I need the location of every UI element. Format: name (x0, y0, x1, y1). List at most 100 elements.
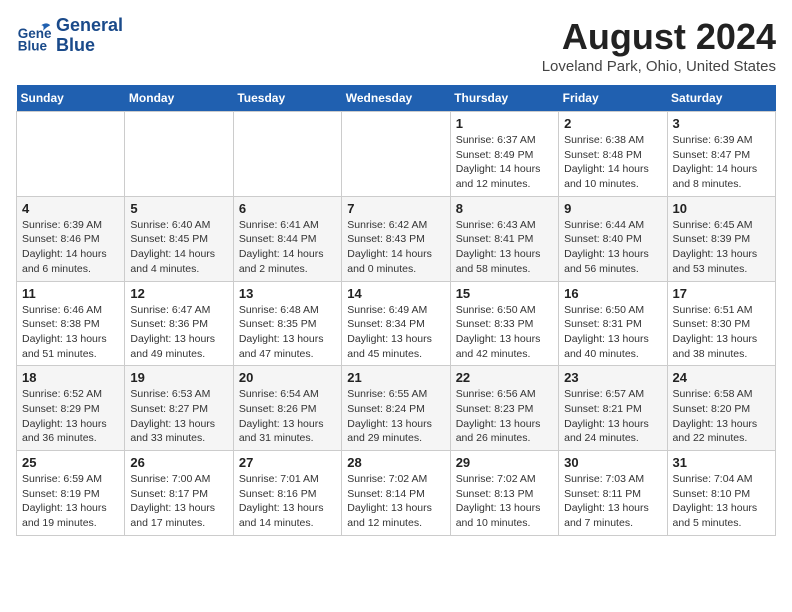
table-row: 29 Sunrise: 7:02 AM Sunset: 8:13 PM Dayli… (450, 451, 558, 536)
day-detail: Sunrise: 6:45 AM Sunset: 8:39 PM Dayligh… (673, 218, 770, 277)
header-monday: Monday (125, 85, 233, 112)
day-detail: Sunrise: 6:40 AM Sunset: 8:45 PM Dayligh… (130, 218, 227, 277)
table-row: 4Sunrise: 6:39 AM Sunset: 8:46 PM Daylig… (17, 196, 125, 281)
day-detail: Sunrise: 6:42 AM Sunset: 8:43 PM Dayligh… (347, 218, 444, 277)
day-number: 29 (456, 455, 553, 470)
day-detail: Sunrise: 6:47 AM Sunset: 8:36 PM Dayligh… (130, 303, 227, 362)
header-sunday: Sunday (17, 85, 125, 112)
day-number: 18 (22, 370, 119, 385)
day-detail: Sunrise: 6:50 AM Sunset: 8:31 PM Dayligh… (564, 303, 661, 362)
day-detail: Sunrise: 7:03 AM Sunset: 8:11 PM Dayligh… (564, 472, 661, 531)
calendar-week-row: 4Sunrise: 6:39 AM Sunset: 8:46 PM Daylig… (17, 196, 776, 281)
day-detail: Sunrise: 6:53 AM Sunset: 8:27 PM Dayligh… (130, 387, 227, 446)
day-number: 21 (347, 370, 444, 385)
table-row: 19 Sunrise: 6:53 AM Sunset: 8:27 PM Dayli… (125, 366, 233, 451)
day-number: 6 (239, 201, 336, 216)
day-number: 27 (239, 455, 336, 470)
table-row: 18 Sunrise: 6:52 AM Sunset: 8:29 PM Dayli… (17, 366, 125, 451)
day-number: 25 (22, 455, 119, 470)
table-row: 3 Sunrise: 6:39 AM Sunset: 8:47 PM Daylig… (667, 112, 775, 197)
day-detail: Sunrise: 6:55 AM Sunset: 8:24 PM Dayligh… (347, 387, 444, 446)
table-row: 20 Sunrise: 6:54 AM Sunset: 8:26 PM Dayli… (233, 366, 341, 451)
day-detail: Sunrise: 7:04 AM Sunset: 8:10 PM Dayligh… (673, 472, 770, 531)
day-detail: Sunrise: 6:41 AM Sunset: 8:44 PM Dayligh… (239, 218, 336, 277)
table-row: 1 Sunrise: 6:37 AM Sunset: 8:49 PM Daylig… (450, 112, 558, 197)
table-row: 17 Sunrise: 6:51 AM Sunset: 8:30 PM Dayli… (667, 281, 775, 366)
table-row: 22Sunrise: 6:56 AM Sunset: 8:23 PM Dayli… (450, 366, 558, 451)
table-row: 31Sunrise: 7:04 AM Sunset: 8:10 PM Dayli… (667, 451, 775, 536)
table-row (342, 112, 450, 197)
day-detail: Sunrise: 6:59 AM Sunset: 8:19 PM Dayligh… (22, 472, 119, 531)
day-number: 16 (564, 286, 661, 301)
day-number: 9 (564, 201, 661, 216)
header-thursday: Thursday (450, 85, 558, 112)
day-number: 14 (347, 286, 444, 301)
day-number: 11 (22, 286, 119, 301)
day-number: 30 (564, 455, 661, 470)
day-detail: Sunrise: 6:54 AM Sunset: 8:26 PM Dayligh… (239, 387, 336, 446)
table-row: 11 Sunrise: 6:46 AM Sunset: 8:38 PM Dayli… (17, 281, 125, 366)
day-detail: Sunrise: 6:48 AM Sunset: 8:35 PM Dayligh… (239, 303, 336, 362)
table-row: 27 Sunrise: 7:01 AM Sunset: 8:16 PM Dayli… (233, 451, 341, 536)
day-number: 24 (673, 370, 770, 385)
day-detail: Sunrise: 6:57 AM Sunset: 8:21 PM Dayligh… (564, 387, 661, 446)
header-tuesday: Tuesday (233, 85, 341, 112)
table-row: 25 Sunrise: 6:59 AM Sunset: 8:19 PM Dayli… (17, 451, 125, 536)
day-detail: Sunrise: 6:37 AM Sunset: 8:49 PM Dayligh… (456, 133, 553, 192)
day-number: 1 (456, 116, 553, 131)
table-row: 21 Sunrise: 6:55 AM Sunset: 8:24 PM Dayli… (342, 366, 450, 451)
day-detail: Sunrise: 6:39 AM Sunset: 8:47 PM Dayligh… (673, 133, 770, 192)
calendar-table: Sunday Monday Tuesday Wednesday Thursday… (16, 85, 776, 536)
calendar-header-row: Sunday Monday Tuesday Wednesday Thursday… (17, 85, 776, 112)
day-detail: Sunrise: 7:00 AM Sunset: 8:17 PM Dayligh… (130, 472, 227, 531)
day-number: 17 (673, 286, 770, 301)
table-row: 23Sunrise: 6:57 AM Sunset: 8:21 PM Dayli… (559, 366, 667, 451)
table-row: 2Sunrise: 6:38 AM Sunset: 8:48 PM Daylig… (559, 112, 667, 197)
day-detail: Sunrise: 6:50 AM Sunset: 8:33 PM Dayligh… (456, 303, 553, 362)
day-number: 5 (130, 201, 227, 216)
table-row: 26 Sunrise: 7:00 AM Sunset: 8:17 PM Dayli… (125, 451, 233, 536)
day-number: 15 (456, 286, 553, 301)
day-number: 28 (347, 455, 444, 470)
table-row: 30 Sunrise: 7:03 AM Sunset: 8:11 PM Dayli… (559, 451, 667, 536)
day-number: 8 (456, 201, 553, 216)
page-header: General Blue General Blue August 2024 Lo… (16, 16, 776, 75)
day-number: 2 (564, 116, 661, 131)
day-detail: Sunrise: 7:02 AM Sunset: 8:13 PM Dayligh… (456, 472, 553, 531)
day-number: 26 (130, 455, 227, 470)
table-row: 6 Sunrise: 6:41 AM Sunset: 8:44 PM Daylig… (233, 196, 341, 281)
day-number: 3 (673, 116, 770, 131)
table-row: 13 Sunrise: 6:48 AM Sunset: 8:35 PM Dayli… (233, 281, 341, 366)
logo-text: General Blue (56, 16, 123, 56)
day-detail: Sunrise: 6:52 AM Sunset: 8:29 PM Dayligh… (22, 387, 119, 446)
calendar-week-row: 25 Sunrise: 6:59 AM Sunset: 8:19 PM Dayli… (17, 451, 776, 536)
table-row: 10Sunrise: 6:45 AM Sunset: 8:39 PM Dayli… (667, 196, 775, 281)
header-friday: Friday (559, 85, 667, 112)
logo: General Blue General Blue (16, 16, 123, 56)
day-number: 22 (456, 370, 553, 385)
day-number: 13 (239, 286, 336, 301)
day-number: 12 (130, 286, 227, 301)
table-row: 9Sunrise: 6:44 AM Sunset: 8:40 PM Daylig… (559, 196, 667, 281)
svg-text:Blue: Blue (18, 38, 48, 53)
table-row: 24 Sunrise: 6:58 AM Sunset: 8:20 PM Dayli… (667, 366, 775, 451)
day-detail: Sunrise: 7:01 AM Sunset: 8:16 PM Dayligh… (239, 472, 336, 531)
day-number: 20 (239, 370, 336, 385)
table-row: 16 Sunrise: 6:50 AM Sunset: 8:31 PM Dayli… (559, 281, 667, 366)
day-number: 4 (22, 201, 119, 216)
table-row: 7 Sunrise: 6:42 AM Sunset: 8:43 PM Daylig… (342, 196, 450, 281)
day-detail: Sunrise: 6:58 AM Sunset: 8:20 PM Dayligh… (673, 387, 770, 446)
day-number: 19 (130, 370, 227, 385)
day-detail: Sunrise: 6:46 AM Sunset: 8:38 PM Dayligh… (22, 303, 119, 362)
calendar-subtitle: Loveland Park, Ohio, United States (542, 58, 776, 75)
day-detail: Sunrise: 6:51 AM Sunset: 8:30 PM Dayligh… (673, 303, 770, 362)
logo-icon: General Blue (16, 18, 52, 54)
header-wednesday: Wednesday (342, 85, 450, 112)
calendar-week-row: 11 Sunrise: 6:46 AM Sunset: 8:38 PM Dayli… (17, 281, 776, 366)
table-row (125, 112, 233, 197)
day-number: 7 (347, 201, 444, 216)
table-row (233, 112, 341, 197)
table-row: 8Sunrise: 6:43 AM Sunset: 8:41 PM Daylig… (450, 196, 558, 281)
table-row: 28 Sunrise: 7:02 AM Sunset: 8:14 PM Dayli… (342, 451, 450, 536)
day-detail: Sunrise: 7:02 AM Sunset: 8:14 PM Dayligh… (347, 472, 444, 531)
